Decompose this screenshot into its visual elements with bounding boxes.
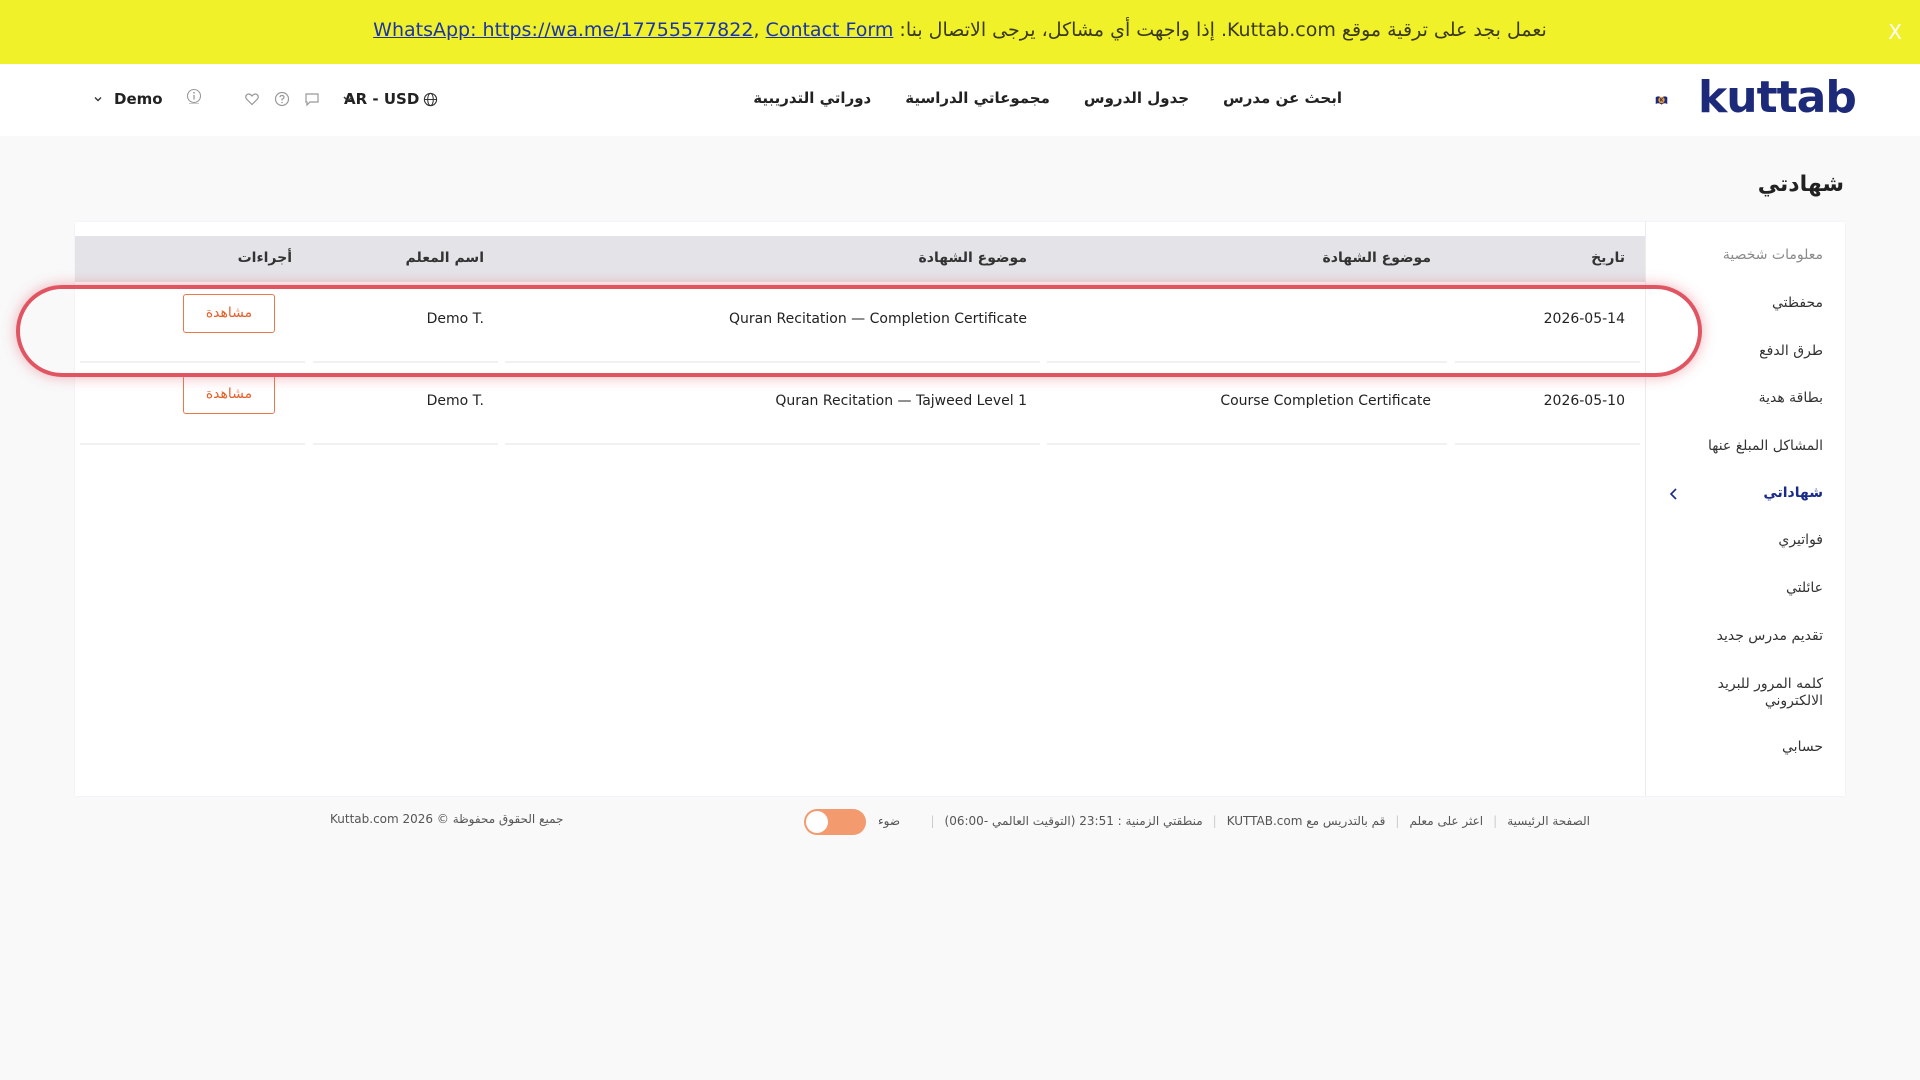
help-icon[interactable] [274,91,290,107]
site-header: K kuttab ابحث عن مدرس جدول الدروس مجموعا… [0,64,1920,136]
chevron-left-icon [1669,488,1677,500]
nav-my-courses[interactable]: دوراتي التدريبية [753,89,871,107]
sidebar-item-wallet[interactable]: محفظتي [1693,295,1823,312]
sidebar-item-apply-tutor[interactable]: تقديم مدرس جديد [1693,628,1823,645]
main-nav: ابحث عن مدرس جدول الدروس مجموعاتي الدراس… [753,89,1342,107]
cell-subject: Quran Recitation — Completion Certificat… [729,311,1027,327]
col-certificate-type: موضوع الشهادة [1322,250,1431,266]
sidebar-item-invoices[interactable]: فواتيري [1693,532,1823,549]
nav-find-tutor[interactable]: ابحث عن مدرس [1223,89,1342,107]
nav-schedule[interactable]: جدول الدروس [1084,89,1189,107]
heart-icon[interactable] [244,91,260,107]
globe-icon [424,92,438,106]
sidebar-item-certificates[interactable]: شهاداتي [1693,485,1823,502]
footer-link-home[interactable]: الصفحة الرئيسية [1507,814,1590,828]
view-certificate-button[interactable]: مشاهدة [183,294,275,333]
cell-subject: Quran Recitation — Tajweed Level 1 [775,393,1027,409]
table-header: تاريخ موضوع الشهادة موضوع الشهادة اسم ال… [75,236,1645,282]
copyright-text: Kuttab.com 2026 © جميع الحقوق محفوظة [330,812,564,826]
chevron-down-icon [94,97,102,102]
footer-link-teach[interactable]: قم بالتدريس مع KUTTAB.com [1227,814,1386,828]
table-row: 2026-05-14 Quran Recitation — Completion… [75,283,1645,363]
col-actions: أجراءات [237,250,292,266]
banner-separator: , [753,19,760,41]
currency-selector[interactable]: AR - USD [344,90,438,108]
certificates-card: معلومات شخصية محفظتي طرق الدفع بطاقة هدي… [75,222,1845,796]
cell-teacher: Demo T. [426,393,484,409]
whatsapp-link[interactable]: WhatsApp: https://wa.me/17755577822 [373,19,753,41]
cell-date: 2026-05-10 [1543,393,1625,409]
user-menu[interactable]: Demo [92,90,163,108]
cell-type: Course Completion Certificate [1220,393,1431,409]
col-teacher-name: اسم المعلم [405,250,484,266]
sidebar-item-payment-methods[interactable]: طرق الدفع [1693,343,1823,360]
user-name: Demo [114,90,163,108]
theme-label: ضوء [878,814,901,828]
sidebar-item-gift-card[interactable]: بطاقة هدية [1693,390,1823,407]
footer-links: الصفحة الرئيسية | اعثر على معلم | قم بال… [930,814,1590,828]
footer-link-find-tutor[interactable]: اعثر على معلم [1409,814,1483,828]
col-date: تاريخ [1591,250,1625,266]
page-title: شهادتي [1757,172,1844,197]
cell-teacher: Demo T. [426,311,484,327]
announcement-banner: نعمل بجد على ترقية موقع Kuttab.com. إذا … [0,0,1920,64]
toggle-knob [806,811,828,833]
contact-form-link[interactable]: Contact Form [766,19,894,41]
table-row: 2026-05-10 Course Completion Certificate… [75,365,1645,445]
sidebar-item-family[interactable]: عائلتي [1693,580,1823,597]
nav-study-groups[interactable]: مجموعاتي الدراسية [905,89,1050,107]
theme-toggle[interactable] [804,809,866,835]
sidebar-item-my-account[interactable]: حسابي [1693,739,1823,756]
banner-text: نعمل بجد على ترقية موقع Kuttab.com. إذا … [899,19,1547,41]
view-certificate-button[interactable]: مشاهدة [183,375,275,414]
banner-message: نعمل بجد على ترقية موقع Kuttab.com. إذا … [0,19,1920,41]
info-icon[interactable] [186,88,202,104]
close-banner-button[interactable]: X [1888,20,1902,44]
site-footer: Kuttab.com 2026 © جميع الحقوق محفوظة ضوء… [0,808,1920,838]
col-certificate-subject: موضوع الشهادة [918,250,1027,266]
chat-icon[interactable] [304,91,320,107]
footer-timezone[interactable]: منطقتي الزمنية : 23:51 (التوقيت العالمي … [945,814,1203,828]
sidebar-item-personal-info[interactable]: معلومات شخصية [1693,247,1823,264]
logo-wordmark[interactable]: kuttab [1698,72,1857,123]
sidebar-item-email-password[interactable]: كلمه المرور للبريد الالكتروني [1693,676,1823,710]
account-sidebar: معلومات شخصية محفظتي طرق الدفع بطاقة هدي… [1645,222,1845,796]
cell-date: 2026-05-14 [1543,311,1625,327]
chevron-down-icon[interactable] [340,91,356,107]
sidebar-item-reported-issues[interactable]: المشاكل المبلغ عنها [1693,438,1823,455]
